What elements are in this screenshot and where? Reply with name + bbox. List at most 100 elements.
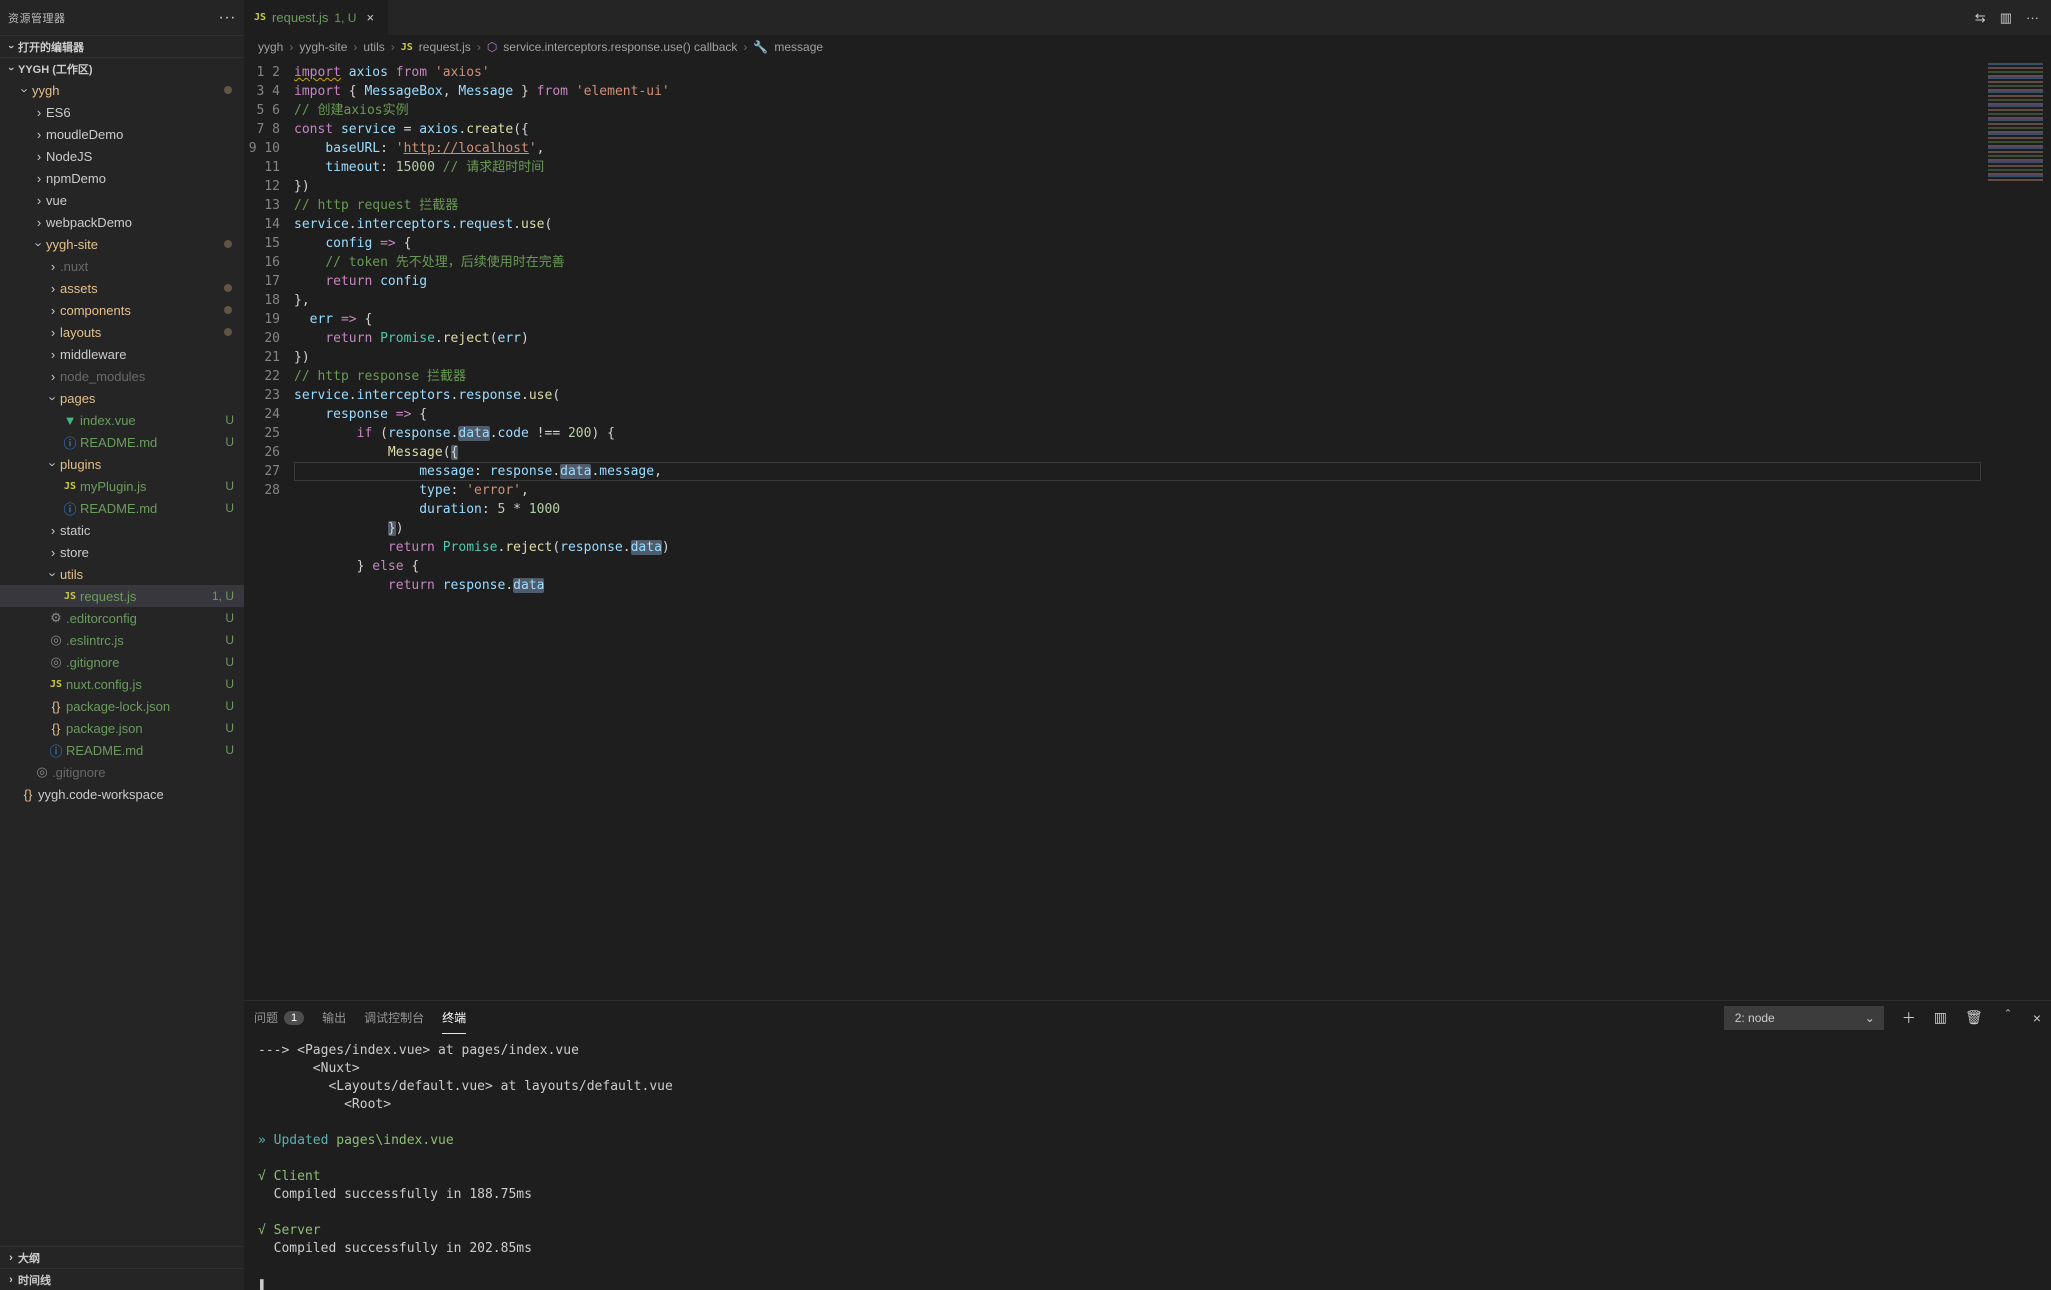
- folder-plugins[interactable]: plugins: [0, 453, 244, 475]
- timeline-section[interactable]: 时间线: [0, 1268, 244, 1290]
- terminal-select[interactable]: 2: node⌄: [1724, 1006, 1884, 1030]
- folder-static[interactable]: static: [0, 519, 244, 541]
- crumb-file[interactable]: request.js: [419, 40, 471, 54]
- tab-output[interactable]: 输出: [322, 1001, 346, 1034]
- folder-webpackDemo[interactable]: webpackDemo: [0, 211, 244, 233]
- config-icon: ◎: [46, 632, 66, 648]
- close-tab-icon[interactable]: ×: [362, 10, 378, 25]
- git-status: U: [208, 501, 234, 515]
- folder-pages[interactable]: pages: [0, 387, 244, 409]
- file-package-json[interactable]: {}package.jsonU: [0, 717, 244, 739]
- chevron-down-icon: [32, 237, 46, 252]
- split-editor-icon[interactable]: ▥: [2000, 10, 2012, 26]
- git-status: U: [208, 633, 234, 647]
- folder-components[interactable]: components: [0, 299, 244, 321]
- code-editor[interactable]: 1 2 3 4 5 6 7 8 9 10 11 12 13 14 15 16 1…: [244, 59, 2051, 1000]
- breadcrumb[interactable]: yygh› yygh-site› utils› JS request.js› ⬡…: [244, 35, 2051, 59]
- terminal-body[interactable]: ---> <Pages/index.vue> at pages/index.vu…: [244, 1034, 2051, 1290]
- chevron-right-icon: [46, 369, 60, 384]
- line-number-gutter: 1 2 3 4 5 6 7 8 9 10 11 12 13 14 15 16 1…: [244, 59, 294, 1000]
- git-status: U: [208, 413, 234, 427]
- bottom-panel: 问题1 输出 调试控制台 终端 2: node⌄ ＋ ▥ 🗑 ＾ × ---> …: [244, 1000, 2051, 1290]
- folder-middleware[interactable]: middleware: [0, 343, 244, 365]
- file-readme-pages[interactable]: ⓘREADME.mdU: [0, 431, 244, 453]
- timeline-label: 时间线: [18, 1272, 51, 1288]
- workspace-section[interactable]: YYGH (工作区): [0, 57, 244, 79]
- file-readme-plugins[interactable]: ⓘREADME.mdU: [0, 497, 244, 519]
- crumb-utils[interactable]: utils: [363, 40, 384, 54]
- crumb-yygh[interactable]: yygh: [258, 40, 283, 54]
- chevron-right-icon: [32, 171, 46, 186]
- status-dot-icon: [224, 284, 232, 292]
- config-icon: ◎: [46, 654, 66, 670]
- folder-yygh[interactable]: yygh: [0, 79, 244, 101]
- compare-changes-icon[interactable]: ⇆: [1975, 10, 1986, 26]
- tab-debug-console[interactable]: 调试控制台: [364, 1001, 424, 1034]
- folder-vue[interactable]: vue: [0, 189, 244, 211]
- git-status: U: [208, 677, 234, 691]
- file-nuxt-config[interactable]: JSnuxt.config.jsU: [0, 673, 244, 695]
- workspace-label: YYGH (工作区): [18, 61, 93, 77]
- folder-assets[interactable]: assets: [0, 277, 244, 299]
- git-status: U: [208, 721, 234, 735]
- close-panel-icon[interactable]: ×: [2033, 1010, 2041, 1026]
- open-editors-section[interactable]: 打开的编辑器: [0, 35, 244, 57]
- outline-section[interactable]: 大纲: [0, 1246, 244, 1268]
- chevron-down-icon: ⌄: [1865, 1011, 1875, 1025]
- file-package-lock[interactable]: {}package-lock.jsonU: [0, 695, 244, 717]
- minimap-preview: [1988, 63, 2043, 183]
- crumb-message[interactable]: message: [774, 40, 823, 54]
- folder-yygh-site[interactable]: yygh-site: [0, 233, 244, 255]
- git-status: U: [208, 435, 234, 449]
- git-status: 1, U: [208, 589, 234, 603]
- file-workspace[interactable]: {}yygh.code-workspace: [0, 783, 244, 805]
- folder-utils[interactable]: utils: [0, 563, 244, 585]
- chevron-right-icon: [46, 281, 60, 296]
- chevron-right-icon: [46, 347, 60, 362]
- folder-nuxt[interactable]: .nuxt: [0, 255, 244, 277]
- file-readme-root[interactable]: ⓘREADME.mdU: [0, 739, 244, 761]
- crumb-site[interactable]: yygh-site: [299, 40, 347, 54]
- info-icon: ⓘ: [60, 433, 80, 452]
- info-icon: ⓘ: [46, 741, 66, 760]
- minimap[interactable]: [1981, 59, 2051, 1000]
- file-index-vue[interactable]: ▼index.vueU: [0, 409, 244, 431]
- crumb-callback[interactable]: service.interceptors.response.use() call…: [503, 40, 737, 54]
- tab-problems[interactable]: 问题1: [254, 1001, 304, 1034]
- editor-toolbar: ⇆ ▥ ···: [1963, 10, 2051, 26]
- tab-terminal[interactable]: 终端: [442, 1001, 466, 1034]
- kill-terminal-icon[interactable]: 🗑: [1965, 1009, 1983, 1026]
- folder-layouts[interactable]: layouts: [0, 321, 244, 343]
- chevron-down-icon: [46, 457, 60, 472]
- open-editors-label: 打开的编辑器: [18, 39, 84, 55]
- folder-store[interactable]: store: [0, 541, 244, 563]
- code-content[interactable]: import axios from 'axios' import { Messa…: [294, 59, 1981, 1000]
- info-icon: ⓘ: [60, 499, 80, 518]
- more-actions-icon[interactable]: ···: [2026, 10, 2039, 26]
- file-eslintrc[interactable]: ◎.eslintrc.jsU: [0, 629, 244, 651]
- wrench-icon: 🔧: [753, 40, 768, 54]
- folder-ES6[interactable]: ES6: [0, 101, 244, 123]
- chevron-right-icon: [32, 105, 46, 120]
- folder-moudleDemo[interactable]: moudleDemo: [0, 123, 244, 145]
- file-gitignore[interactable]: ◎.gitignoreU: [0, 651, 244, 673]
- chevron-right-icon: [4, 1252, 18, 1264]
- folder-npmDemo[interactable]: npmDemo: [0, 167, 244, 189]
- file-gitignore-root[interactable]: ◎.gitignore: [0, 761, 244, 783]
- split-terminal-icon[interactable]: ▥: [1934, 1009, 1947, 1026]
- new-terminal-icon[interactable]: ＋: [1902, 1008, 1916, 1028]
- js-icon: JS: [60, 591, 80, 602]
- git-status: U: [208, 655, 234, 669]
- sidebar-more-icon[interactable]: ···: [219, 9, 236, 27]
- chevron-right-icon: [32, 127, 46, 142]
- maximize-panel-icon[interactable]: ＾: [2001, 1008, 2015, 1028]
- file-editorconfig[interactable]: ⚙.editorconfigU: [0, 607, 244, 629]
- js-icon: JS: [254, 12, 266, 23]
- folder-NodeJS[interactable]: NodeJS: [0, 145, 244, 167]
- file-myplugin-js[interactable]: JSmyPlugin.jsU: [0, 475, 244, 497]
- outline-label: 大纲: [18, 1250, 40, 1266]
- sidebar-title: 资源管理器: [8, 10, 66, 26]
- tab-request-js[interactable]: JS request.js 1, U ×: [244, 0, 389, 35]
- folder-node-modules[interactable]: node_modules: [0, 365, 244, 387]
- file-request-js[interactable]: JSrequest.js1, U: [0, 585, 244, 607]
